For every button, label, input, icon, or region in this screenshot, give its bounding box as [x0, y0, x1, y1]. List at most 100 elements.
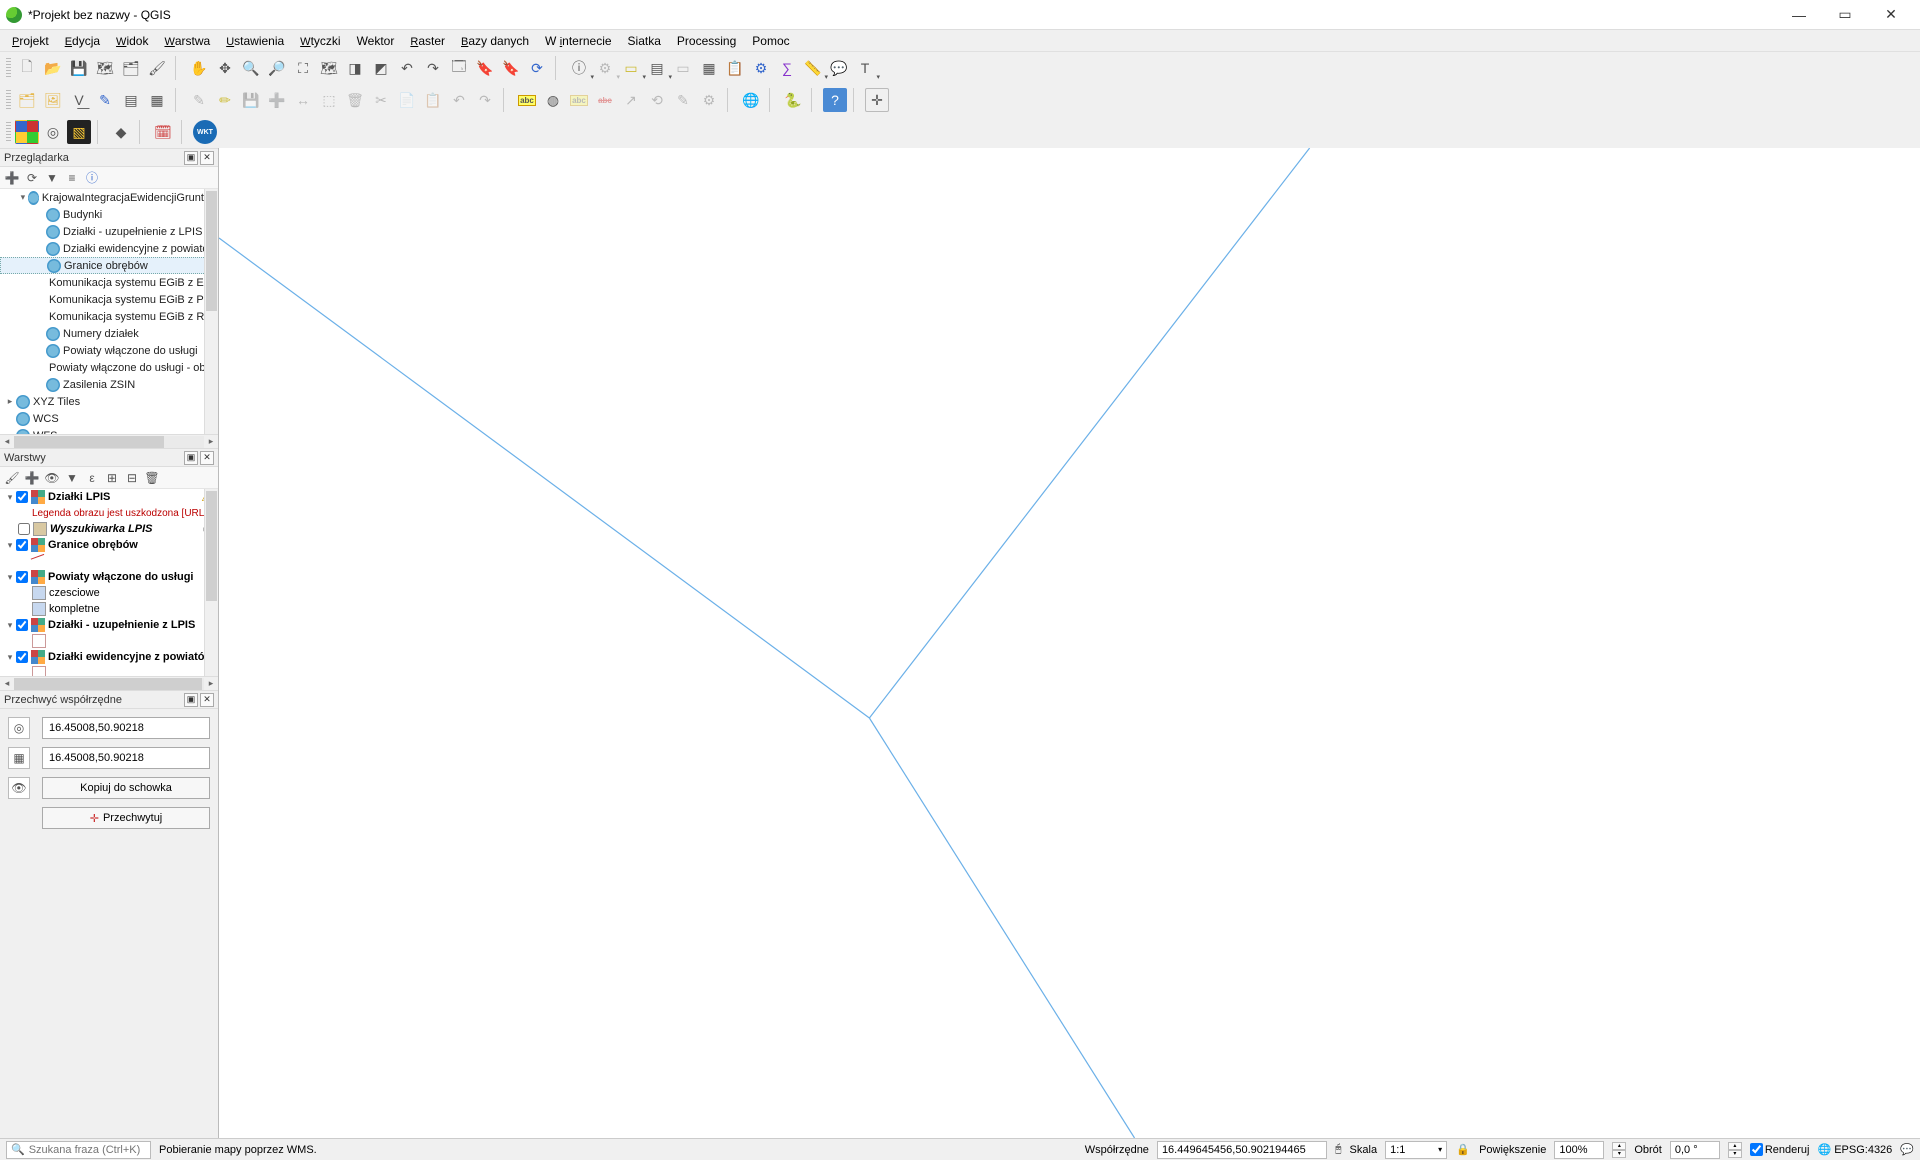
- layers-panel-header[interactable]: Warstwy ▣ ✕: [0, 449, 218, 467]
- processing-toolbox-button[interactable]: ⚙: [749, 56, 773, 80]
- plugin-4-button[interactable]: ◆: [109, 120, 133, 144]
- crs-picker-button[interactable]: ◎: [8, 717, 30, 739]
- menu-siatka[interactable]: Siatka: [620, 32, 669, 50]
- menu-w internecie[interactable]: W internecie: [537, 32, 620, 50]
- menu-edycja[interactable]: Edycja: [57, 32, 108, 50]
- coord-field[interactable]: 16.449645456,50.902194465: [1157, 1141, 1327, 1159]
- tree-row[interactable]: WFS: [0, 427, 218, 434]
- extents-icon[interactable]: 🖰: [1335, 1143, 1342, 1156]
- new-virtual-button[interactable]: ▦: [145, 88, 169, 112]
- pan-button[interactable]: ✋: [187, 56, 211, 80]
- zoom-out-button[interactable]: 🔎: [265, 56, 289, 80]
- style-icon[interactable]: 🖌: [4, 470, 20, 486]
- select-by-value-button[interactable]: ▤▾: [645, 56, 669, 80]
- open-project-button[interactable]: 📂: [41, 56, 65, 80]
- zoom-spinner[interactable]: ▴▾: [1612, 1142, 1626, 1158]
- layer-row[interactable]: [0, 665, 218, 676]
- menu-bazy danych[interactable]: Bazy danych: [453, 32, 537, 50]
- menu-projekt[interactable]: Projekt: [4, 32, 57, 50]
- filter-legend-icon[interactable]: ▼: [64, 470, 80, 486]
- properties-icon[interactable]: ⓘ: [84, 170, 100, 186]
- messages-button[interactable]: 💬: [1900, 1143, 1914, 1156]
- add-raster-layer-button[interactable]: 🖼: [41, 88, 65, 112]
- measure-button[interactable]: 📏▾: [801, 56, 825, 80]
- save-project-button[interactable]: 💾: [67, 56, 91, 80]
- menu-ustawienia[interactable]: Ustawienia: [218, 32, 292, 50]
- tree-row[interactable]: Komunikacja systemu EGiB z PESEL: [0, 291, 218, 308]
- annotation-button[interactable]: T▾: [853, 56, 877, 80]
- layout-manager-button[interactable]: 🗂: [119, 56, 143, 80]
- field-calculator-button[interactable]: 📋: [723, 56, 747, 80]
- zoom-to-layer-button[interactable]: ◩: [369, 56, 393, 80]
- tree-row[interactable]: Komunikacja systemu EGiB z EKW: [0, 274, 218, 291]
- menu-pomoc[interactable]: Pomoc: [744, 32, 797, 50]
- label-button[interactable]: abc: [515, 88, 539, 112]
- toolbar-grip-icon[interactable]: [6, 58, 11, 78]
- open-attribute-table-button[interactable]: ▦: [697, 56, 721, 80]
- visibility-icon[interactable]: 👁: [44, 470, 60, 486]
- layer-row[interactable]: ▾Granice obrębów: [0, 537, 218, 553]
- plugin-5-button[interactable]: 🗓: [151, 120, 175, 144]
- add-layer-icon[interactable]: ➕: [4, 170, 20, 186]
- refresh-icon[interactable]: ⟳: [24, 170, 40, 186]
- zoom-to-selection-button[interactable]: ◨: [343, 56, 367, 80]
- menu-widok[interactable]: Widok: [108, 32, 156, 50]
- new-shapefile-button[interactable]: ✎: [93, 88, 117, 112]
- layer-row[interactable]: [0, 633, 218, 649]
- bookmarks-button[interactable]: 🔖: [499, 56, 523, 80]
- new-print-layout-button[interactable]: 🗺: [93, 56, 117, 80]
- zoom-last-button[interactable]: ↶: [395, 56, 419, 80]
- menu-wektor[interactable]: Wektor: [349, 32, 403, 50]
- capture-button[interactable]: ✛Przechwytuj: [42, 807, 210, 829]
- layer-row[interactable]: kompletne: [0, 601, 218, 617]
- help-button[interactable]: ?: [823, 88, 847, 112]
- panel-close-button[interactable]: ✕: [200, 151, 214, 165]
- plugin-2-button[interactable]: ◎: [41, 120, 65, 144]
- panel-float-button[interactable]: ▣: [184, 693, 198, 707]
- scrollbar-horizontal[interactable]: ◂▸: [0, 434, 218, 448]
- statistics-button[interactable]: ∑: [775, 56, 799, 80]
- identify-button[interactable]: ⓘ▾: [567, 56, 591, 80]
- tree-row[interactable]: WCS: [0, 410, 218, 427]
- metasearch-button[interactable]: 🌐: [739, 88, 763, 112]
- crs-button[interactable]: 🌐EPSG:4326: [1818, 1143, 1893, 1156]
- coord1-input[interactable]: [42, 717, 210, 739]
- scrollbar-horizontal[interactable]: ◂▸: [0, 676, 218, 690]
- plugin-1-button[interactable]: [15, 120, 39, 144]
- pan-to-selection-button[interactable]: ✥: [213, 56, 237, 80]
- panel-float-button[interactable]: ▣: [184, 451, 198, 465]
- tree-row[interactable]: Działki - uzupełnienie z LPIS: [0, 223, 218, 240]
- tree-row[interactable]: Numery działek: [0, 325, 218, 342]
- menu-warstwa[interactable]: Warstwa: [156, 32, 218, 50]
- toolbar-grip-icon[interactable]: [6, 90, 11, 110]
- plugin-6-button[interactable]: WKT: [193, 120, 217, 144]
- expand-all-icon[interactable]: ⊞: [104, 470, 120, 486]
- new-bookmark-button[interactable]: 🔖: [473, 56, 497, 80]
- layers-tree[interactable]: ▾Działki LPIS⚠Legenda obrazu jest uszkod…: [0, 489, 218, 676]
- locator-search[interactable]: 🔍: [6, 1141, 151, 1159]
- new-spatialite-button[interactable]: ▤: [119, 88, 143, 112]
- layer-row[interactable]: Legenda obrazu jest uszkodzona [URL: ht: [0, 505, 218, 521]
- collapse-all-icon[interactable]: ⊟: [124, 470, 140, 486]
- filter-icon[interactable]: ▼: [44, 170, 60, 186]
- tree-row[interactable]: Komunikacja systemu EGiB z REGON: [0, 308, 218, 325]
- minimize-button[interactable]: —: [1776, 0, 1822, 30]
- panel-float-button[interactable]: ▣: [184, 151, 198, 165]
- tree-row[interactable]: Granice obrębów: [0, 257, 218, 274]
- panel-close-button[interactable]: ✕: [200, 693, 214, 707]
- tree-row[interactable]: ▸XYZ Tiles: [0, 393, 218, 410]
- new-map-view-button[interactable]: 🗔: [447, 56, 471, 80]
- remove-layer-icon[interactable]: 🗑: [144, 470, 160, 486]
- close-button[interactable]: ✕: [1868, 0, 1914, 30]
- browser-panel-header[interactable]: Przeglądarka ▣ ✕: [0, 149, 218, 167]
- coord2-input[interactable]: [42, 747, 210, 769]
- diagram-button[interactable]: ◍: [541, 88, 565, 112]
- layer-row[interactable]: ▾Działki ewidencyjne z powiatów: [0, 649, 218, 665]
- layer-row[interactable]: ▾Działki - uzupełnienie z LPIS: [0, 617, 218, 633]
- render-checkbox[interactable]: Renderuj: [1750, 1143, 1810, 1156]
- layer-row[interactable]: Wyszukiwarka LPIS▭: [0, 521, 218, 537]
- menu-wtyczki[interactable]: Wtyczki: [292, 32, 348, 50]
- select-features-button[interactable]: ▭▾: [619, 56, 643, 80]
- coord-panel-header[interactable]: Przechwyć współrzędne ▣ ✕: [0, 691, 218, 709]
- zoom-native-button[interactable]: ⛶: [291, 56, 315, 80]
